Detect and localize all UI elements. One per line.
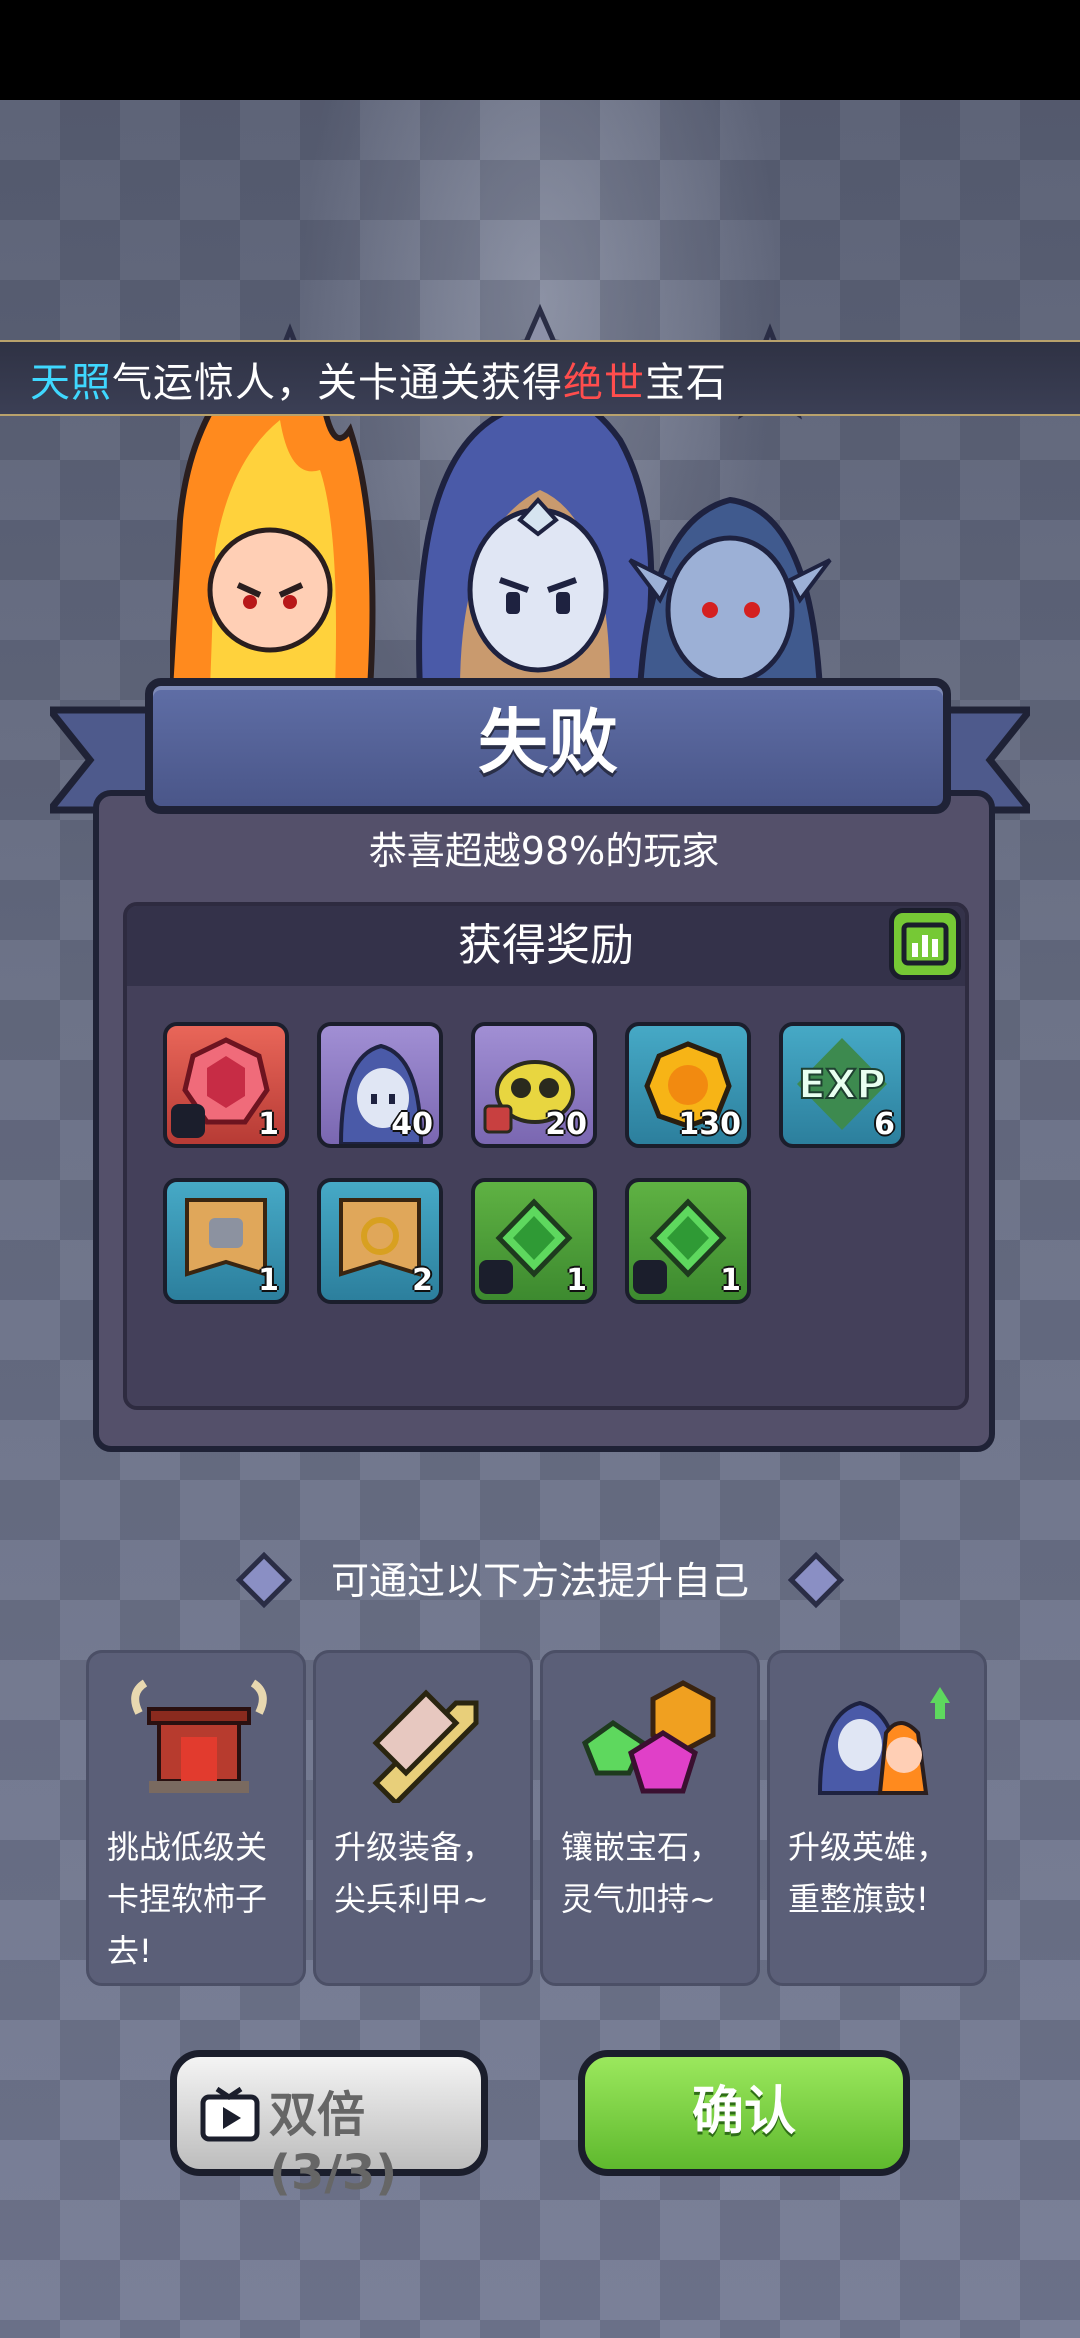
bar-chart-icon [901, 922, 949, 966]
result-title: 失败 [478, 701, 618, 783]
reward-slot[interactable]: 1 [625, 1178, 751, 1304]
ticker-rarity: 绝世 [563, 360, 645, 406]
equipment-icon [372, 1689, 479, 1803]
reward-slot[interactable]: 130 [625, 1022, 751, 1148]
reward-slot[interactable]: 1 [163, 1022, 289, 1148]
reward-qty: 6 [874, 1107, 895, 1142]
pickaxe-tag-icon [633, 1260, 667, 1294]
svg-text:EXP: EXP [798, 1062, 885, 1108]
hero-upgrade-icon [817, 1687, 950, 1795]
reward-qty: 1 [720, 1263, 741, 1298]
reward-qty: 1 [258, 1107, 279, 1142]
double-reward-button[interactable]: 双倍(3/3) [170, 2050, 488, 2201]
status-bar [0, 0, 1080, 100]
reward-qty: 130 [678, 1107, 741, 1142]
reward-slot[interactable]: 2 [317, 1178, 443, 1304]
ticker-item: 宝石 [645, 360, 727, 406]
ticker-player-name: 天照 [30, 360, 112, 406]
gate-icon [131, 1679, 267, 1793]
ticker-message: 气运惊人，关卡通关获得 [112, 360, 563, 406]
reward-slot[interactable]: 1 [163, 1178, 289, 1304]
reward-qty: 20 [545, 1107, 587, 1142]
reward-qty: 1 [258, 1263, 279, 1298]
rewards-header: 获得奖励 [127, 906, 965, 986]
confirm-label: 确认 [691, 2082, 796, 2142]
reward-slot[interactable]: 1 [471, 1178, 597, 1304]
tip-card-challenge[interactable]: 挑战低级关卡捏软柿子去! [86, 1650, 306, 1986]
tip-card-equipment[interactable]: 升级装备，尖兵利甲~ [313, 1650, 533, 1986]
reward-qty: 1 [566, 1263, 587, 1298]
mage-hero [416, 392, 655, 690]
tip-label: 挑战低级关卡捏软柿子去! [107, 1828, 268, 1970]
announcement-ticker: 天照气运惊人，关卡通关获得绝世宝石 [0, 340, 1080, 416]
rank-subtitle: 恭喜超越98%的玩家 [368, 829, 720, 873]
result-panel: 恭喜超越98%的玩家 获得奖励 1 40 20 130 EXP 6 1 2 1 … [93, 790, 995, 1452]
reward-slot[interactable]: EXP 6 [779, 1022, 905, 1148]
double-reward-label: 双倍(3/3) [269, 2087, 398, 2201]
result-title-banner: 失败 [145, 678, 951, 814]
reward-qty: 2 [412, 1263, 433, 1298]
tip-label: 升级装备，尖兵利甲~ [334, 1828, 495, 1918]
armor-tag-icon [479, 1260, 513, 1294]
reward-slot[interactable]: 20 [471, 1022, 597, 1148]
reward-slot[interactable]: 40 [317, 1022, 443, 1148]
tips-header: 可通过以下方法提升自己 [330, 1559, 749, 1603]
tip-card-gems[interactable]: 镶嵌宝石，灵气加持~ [540, 1650, 760, 1986]
rewards-title: 获得奖励 [458, 920, 634, 971]
tip-label: 升级英雄，重整旗鼓! [788, 1828, 949, 1918]
reward-qty: 40 [391, 1107, 433, 1142]
ticker-text: 天照气运惊人，关卡通关获得绝世宝石 [30, 350, 727, 408]
stats-button[interactable] [889, 908, 961, 980]
video-ad-icon [200, 2086, 260, 2142]
confirm-button[interactable]: 确认 [578, 2050, 910, 2176]
gems-icon [581, 1680, 716, 1794]
rewards-box: 获得奖励 1 40 20 130 EXP 6 1 2 1 1 [123, 902, 969, 1410]
tip-card-heroes[interactable]: 升级英雄，重整旗鼓! [767, 1650, 987, 1986]
pickaxe-tag-icon [171, 1104, 205, 1138]
tip-label: 镶嵌宝石，灵气加持~ [561, 1828, 722, 1918]
dark-elf-hero [628, 496, 832, 690]
